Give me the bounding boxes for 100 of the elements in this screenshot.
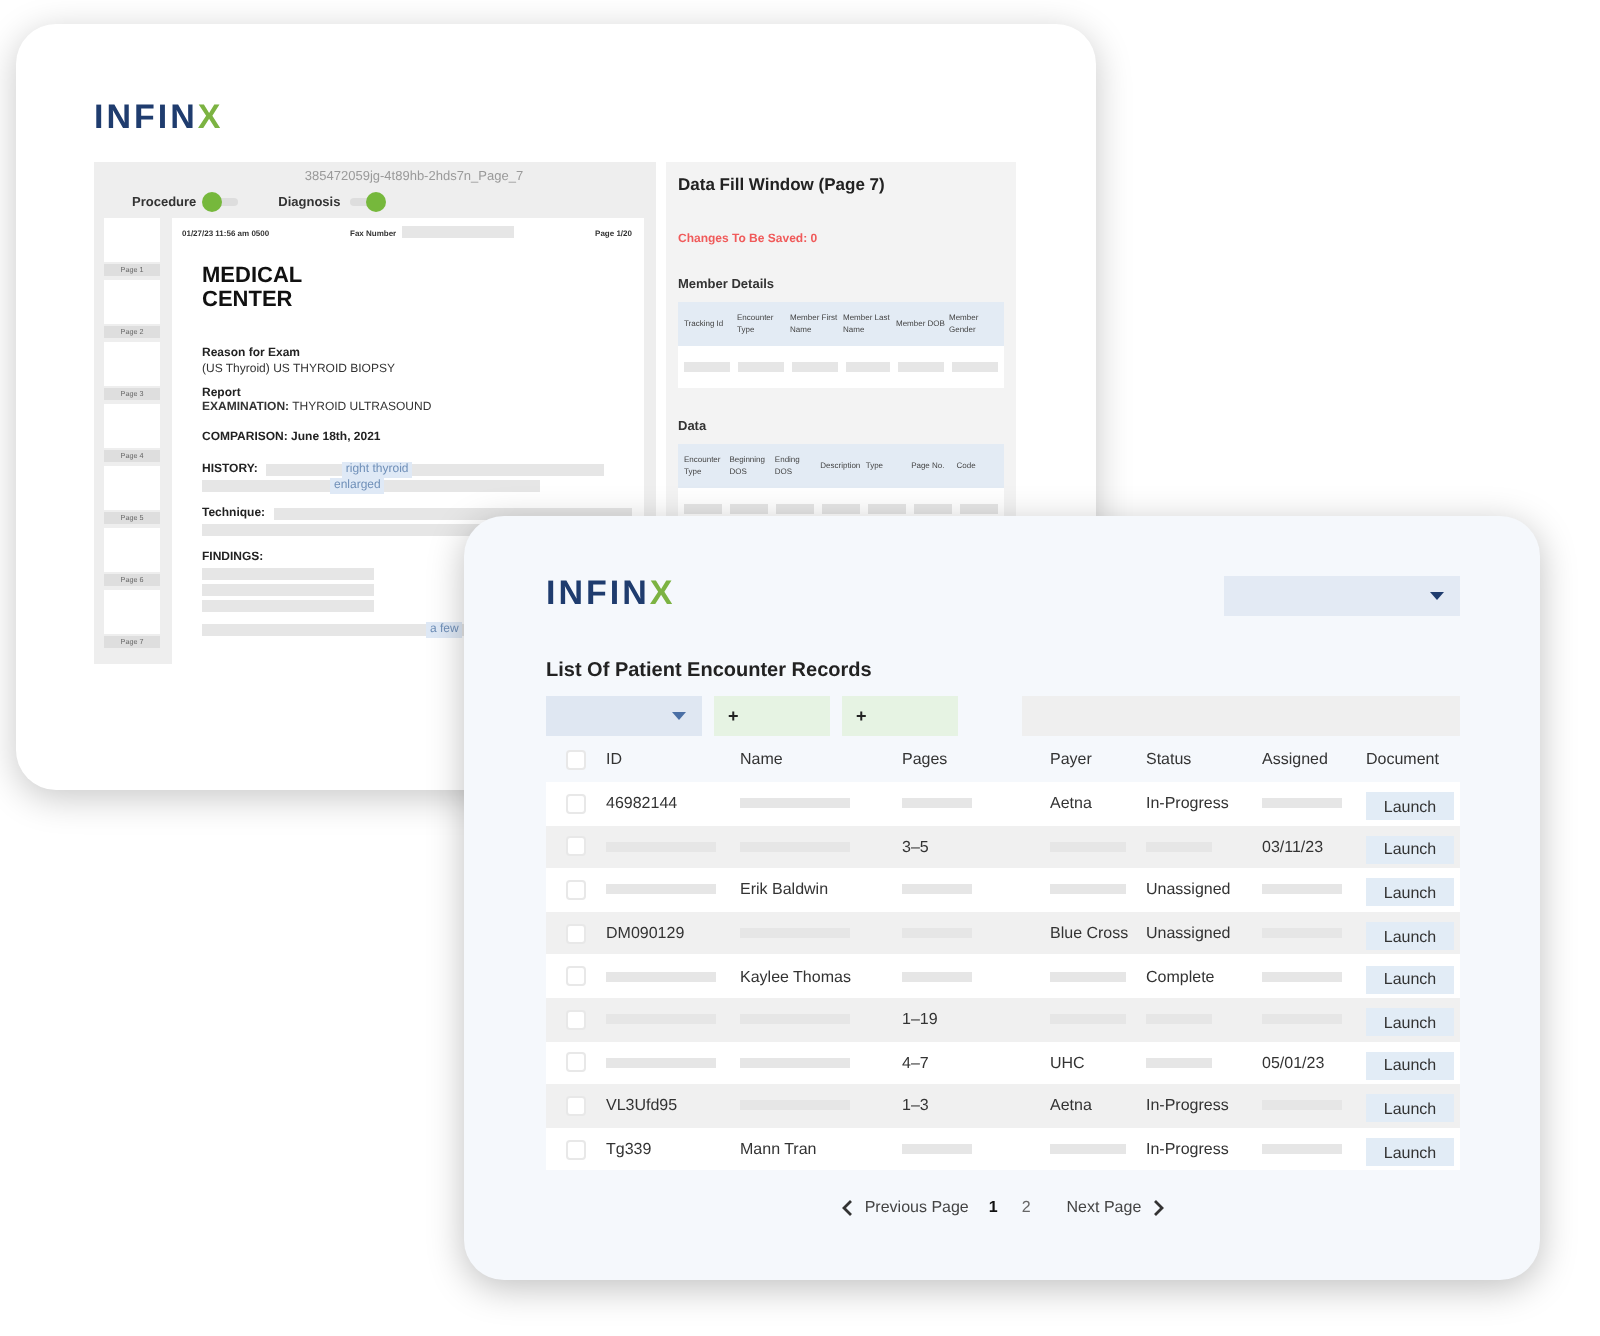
- placeholder-bar: [902, 1144, 972, 1155]
- table-row[interactable]: VL3Ufd95 1–3 Aetna In-Progress Launch: [546, 1084, 1460, 1128]
- column-header: Pages: [902, 750, 950, 768]
- column-header: ID: [606, 750, 624, 768]
- column-header: Payer: [1050, 750, 1094, 768]
- page-thumbnail[interactable]: [104, 590, 160, 634]
- placeholder-bar: [902, 798, 972, 809]
- launch-button[interactable]: Launch: [1366, 1051, 1454, 1080]
- page-thumbnail[interactable]: [104, 280, 160, 324]
- table-row[interactable]: 1–19 Launch: [546, 997, 1460, 1042]
- redacted-bar: [402, 226, 515, 238]
- placeholder-bar: [1050, 971, 1126, 982]
- launch-button[interactable]: Launch: [1366, 835, 1454, 864]
- placeholder-bar: [902, 884, 972, 895]
- table-cell-text: Mann Tran: [740, 1140, 819, 1159]
- page-thumbnail[interactable]: [104, 404, 160, 448]
- placeholder-bar: [1262, 971, 1342, 982]
- dropdown[interactable]: [1224, 576, 1460, 616]
- column-header: Assigned: [1262, 750, 1330, 768]
- launch-button[interactable]: Launch: [1366, 1094, 1454, 1123]
- placeholder-bar: [898, 362, 945, 372]
- table-cell-text: In-Progress: [1146, 794, 1231, 813]
- placeholder-bar: [1050, 884, 1126, 895]
- table-cell-text: 05/01/23: [1262, 1053, 1327, 1072]
- placeholder-bar: [822, 504, 860, 514]
- dropdown-caret-icon: [1430, 592, 1444, 600]
- page-thumbnail[interactable]: [104, 466, 160, 510]
- table-cell-text: 1–19: [902, 1010, 940, 1029]
- table-row[interactable]: DM090129 Blue Cross Unassigned Launch: [546, 911, 1460, 955]
- launch-button[interactable]: Launch: [1366, 1138, 1454, 1167]
- page-number[interactable]: 1: [988, 1198, 998, 1217]
- placeholder-bar: [730, 504, 768, 514]
- table-row[interactable]: Erik Baldwin Unassigned Launch: [546, 868, 1460, 912]
- table-cell-text: 03/11/23: [1262, 837, 1326, 856]
- placeholder-bar: [914, 504, 952, 514]
- previous-page-link[interactable]: Previous Page: [842, 1198, 969, 1217]
- filter-dropdown[interactable]: [546, 696, 702, 736]
- placeholder-bar: [740, 798, 850, 809]
- placeholder-bar: [960, 504, 998, 514]
- placeholder-bar: [606, 971, 716, 982]
- table-cell-text: 46982144: [606, 794, 680, 813]
- table-cell-text: 1–3: [902, 1096, 931, 1115]
- table-cell-text: Aetna: [1050, 794, 1094, 813]
- page-thumbnail[interactable]: [104, 342, 160, 386]
- table-cell-text: In-Progress: [1146, 1140, 1231, 1159]
- toggle-switch[interactable]: [202, 192, 243, 212]
- placeholder-bar: [606, 884, 716, 895]
- page-number[interactable]: 2: [1021, 1198, 1031, 1217]
- table-cell-text: Tg339: [606, 1140, 654, 1159]
- placeholder-bar: [1262, 1144, 1342, 1155]
- toggle-switch[interactable]: [346, 192, 387, 212]
- placeholder-bar: [868, 504, 906, 514]
- table-cell-text: Aetna: [1050, 1096, 1094, 1115]
- table-cell-text: In-Progress: [1146, 1096, 1231, 1115]
- launch-button[interactable]: Launch: [1366, 1008, 1454, 1037]
- launch-button[interactable]: Launch: [1366, 792, 1454, 821]
- table-cell-text: Kaylee Thomas: [740, 967, 853, 986]
- placeholder-bar: [1262, 798, 1342, 809]
- page-thumbnail[interactable]: [104, 528, 160, 572]
- list-title: List Of Patient Encounter Records: [546, 660, 874, 682]
- table-row[interactable]: 3–5 03/11/23 Launch: [546, 825, 1460, 869]
- table-cell-text: Complete: [1146, 967, 1217, 986]
- column-header: Name: [740, 750, 785, 768]
- table-cell-text: Unassigned: [1146, 880, 1233, 899]
- chevron-right-icon: [1153, 1199, 1164, 1216]
- placeholder-bar: [684, 362, 730, 372]
- add-filter-field[interactable]: +: [714, 696, 830, 736]
- column-header: Document: [1366, 750, 1441, 768]
- table-cell-text: VL3Ufd95: [606, 1096, 680, 1115]
- table-cell-text: DM090129: [606, 924, 687, 943]
- panel-title: Data Fill Window (Page 7): [678, 174, 887, 194]
- document-heading: MEDICAL CENTER: [202, 266, 304, 313]
- table-row[interactable]: Tg339 Mann Tran In-Progress Launch: [546, 1127, 1460, 1171]
- placeholder-bar: [776, 504, 814, 514]
- next-page-link[interactable]: Next Page: [1066, 1198, 1164, 1217]
- placeholder-bar: [845, 362, 891, 372]
- launch-button[interactable]: Launch: [1366, 878, 1454, 907]
- add-filter-field[interactable]: +: [842, 696, 958, 736]
- logo: INFINX: [94, 100, 226, 134]
- placeholder-bar: [902, 971, 972, 982]
- placeholder-bar: [606, 1057, 716, 1068]
- table-row[interactable]: 46982144 Aetna In-Progress Launch: [546, 782, 1460, 826]
- dropdown-caret-icon: [672, 712, 686, 720]
- placeholder-bar: [684, 504, 722, 514]
- page-thumbnail[interactable]: [104, 218, 160, 262]
- placeholder-bar: [791, 362, 837, 372]
- table-cell-text: 4–7: [902, 1053, 931, 1072]
- placeholder-bar: [1262, 884, 1342, 895]
- placeholder-bar: [737, 362, 784, 372]
- chevron-left-icon: [842, 1199, 853, 1216]
- table-cell-text: Unassigned: [1146, 924, 1233, 943]
- column-header: Status: [1146, 750, 1194, 768]
- placeholder-bar: [952, 362, 998, 372]
- table-row[interactable]: Kaylee Thomas Complete Launch: [546, 954, 1460, 998]
- placeholder-bar: [1050, 1144, 1126, 1155]
- table-row[interactable]: 4–7 UHC 05/01/23 Launch: [546, 1041, 1460, 1085]
- table-cell-text: Erik Baldwin: [740, 880, 831, 899]
- launch-button[interactable]: Launch: [1366, 922, 1454, 951]
- placeholder-bar: [740, 1057, 850, 1068]
- launch-button[interactable]: Launch: [1366, 965, 1454, 994]
